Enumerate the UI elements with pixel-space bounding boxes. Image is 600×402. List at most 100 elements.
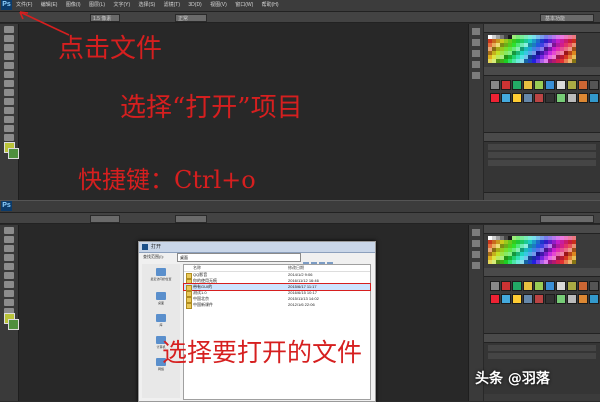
- background-color-swatch[interactable]: [8, 319, 19, 330]
- eraser-tool-icon[interactable]: [4, 116, 14, 123]
- menu-select[interactable]: 选择(S): [139, 2, 156, 8]
- menu-view[interactable]: 视图(V): [210, 2, 227, 8]
- style-swatch[interactable]: [578, 80, 588, 90]
- place-desktop[interactable]: 桌面: [146, 292, 176, 305]
- style-swatch[interactable]: [556, 80, 566, 90]
- styles-grid[interactable]: [484, 76, 600, 107]
- style-swatch[interactable]: [512, 281, 522, 291]
- style-swatch[interactable]: [534, 294, 544, 304]
- style-swatch[interactable]: [556, 93, 566, 103]
- brush-panel-icon[interactable]: [472, 262, 480, 269]
- style-swatch[interactable]: [578, 294, 588, 304]
- swatches-grid[interactable]: [484, 33, 600, 65]
- actions-panel-icon[interactable]: [472, 240, 480, 247]
- lasso-tool-icon[interactable]: [4, 245, 14, 252]
- layer-row[interactable]: [488, 345, 596, 351]
- healing-tool-icon[interactable]: [4, 281, 14, 288]
- style-swatch[interactable]: [534, 281, 544, 291]
- swatches-tab-row[interactable]: [484, 24, 600, 33]
- style-swatch[interactable]: [567, 93, 577, 103]
- style-swatch[interactable]: [501, 80, 511, 90]
- style-swatch[interactable]: [523, 281, 533, 291]
- style-swatch[interactable]: [523, 93, 533, 103]
- style-swatch[interactable]: [589, 281, 599, 291]
- layer-row[interactable]: [488, 152, 596, 158]
- color-swatch[interactable]: [572, 59, 576, 63]
- crop-tool-icon[interactable]: [4, 263, 14, 270]
- style-swatch[interactable]: [556, 281, 566, 291]
- mode-select[interactable]: [175, 215, 207, 223]
- layer-row[interactable]: [488, 353, 596, 359]
- layers-bottom-icons[interactable]: [484, 192, 600, 200]
- menu-3d[interactable]: 3D(D): [188, 2, 201, 8]
- style-swatch[interactable]: [567, 294, 577, 304]
- style-swatch[interactable]: [589, 80, 599, 90]
- healing-tool-icon[interactable]: [4, 80, 14, 87]
- style-swatch[interactable]: [534, 80, 544, 90]
- style-swatch[interactable]: [578, 281, 588, 291]
- mode-select[interactable]: 正常: [175, 14, 207, 22]
- menu-filter[interactable]: 滤镜(T): [164, 2, 180, 8]
- style-swatch[interactable]: [523, 80, 533, 90]
- style-swatch[interactable]: [545, 294, 555, 304]
- character-panel-icon[interactable]: [472, 72, 480, 79]
- background-color-swatch[interactable]: [8, 148, 19, 159]
- style-swatch[interactable]: [512, 294, 522, 304]
- stamp-tool-icon[interactable]: [4, 98, 14, 105]
- lasso-tool-icon[interactable]: [4, 44, 14, 51]
- history-panel-icon[interactable]: [472, 229, 480, 236]
- style-swatch[interactable]: [501, 93, 511, 103]
- color-swatch[interactable]: [572, 260, 576, 264]
- brush-panel-icon[interactable]: [472, 61, 480, 68]
- style-swatch[interactable]: [523, 294, 533, 304]
- style-swatch[interactable]: [490, 93, 500, 103]
- style-swatch[interactable]: [545, 93, 555, 103]
- dialog-title-bar[interactable]: 打开: [139, 242, 375, 253]
- move-tool-icon[interactable]: [4, 26, 14, 33]
- history-brush-icon[interactable]: [4, 107, 14, 114]
- menu-window[interactable]: 窗口(W): [235, 2, 253, 8]
- pen-tool-icon[interactable]: [4, 134, 14, 141]
- style-swatch[interactable]: [567, 80, 577, 90]
- style-swatch[interactable]: [512, 80, 522, 90]
- layers-tab-row[interactable]: [484, 133, 600, 142]
- size-field[interactable]: 1.5 像素: [90, 14, 120, 22]
- brush-tool-icon[interactable]: [4, 89, 14, 96]
- move-tool-icon[interactable]: [4, 227, 14, 234]
- style-swatch[interactable]: [512, 93, 522, 103]
- quick-select-tool-icon[interactable]: [4, 53, 14, 60]
- place-libraries[interactable]: 库: [146, 314, 176, 327]
- eyedropper-tool-icon[interactable]: [4, 272, 14, 279]
- style-swatch[interactable]: [490, 80, 500, 90]
- column-date[interactable]: 修改日期: [288, 265, 304, 271]
- style-swatch[interactable]: [589, 294, 599, 304]
- style-swatch[interactable]: [501, 281, 511, 291]
- swatches-grid[interactable]: [484, 234, 600, 266]
- crop-tool-icon[interactable]: [4, 62, 14, 69]
- brush-tool-icon[interactable]: [4, 290, 14, 297]
- style-swatch[interactable]: [534, 93, 544, 103]
- style-swatch[interactable]: [556, 294, 566, 304]
- menu-help[interactable]: 帮助(H): [262, 2, 279, 8]
- style-swatch[interactable]: [545, 80, 555, 90]
- marquee-tool-icon[interactable]: [4, 236, 14, 243]
- style-swatch[interactable]: [589, 93, 599, 103]
- info-panel-icon[interactable]: [472, 251, 480, 258]
- menu-type[interactable]: 文字(Y): [113, 2, 130, 8]
- stamp-tool-icon[interactable]: [4, 299, 14, 306]
- marquee-tool-icon[interactable]: [4, 35, 14, 42]
- style-swatch[interactable]: [578, 93, 588, 103]
- size-field[interactable]: [90, 215, 120, 223]
- quick-select-tool-icon[interactable]: [4, 254, 14, 261]
- file-row[interactable]: 中国新课件 2012/1/6 22:06: [184, 302, 370, 309]
- swatches-tab-row[interactable]: [484, 225, 600, 234]
- actions-panel-icon[interactable]: [472, 39, 480, 46]
- menu-layer[interactable]: 图层(L): [89, 2, 105, 8]
- eyedropper-tool-icon[interactable]: [4, 71, 14, 78]
- workspace-select[interactable]: 基本功能: [540, 14, 594, 22]
- styles-tab-row[interactable]: [484, 268, 600, 277]
- styles-tab-row[interactable]: [484, 67, 600, 76]
- workspace-select[interactable]: [540, 215, 594, 223]
- column-name[interactable]: 名称: [193, 265, 201, 271]
- style-swatch[interactable]: [501, 294, 511, 304]
